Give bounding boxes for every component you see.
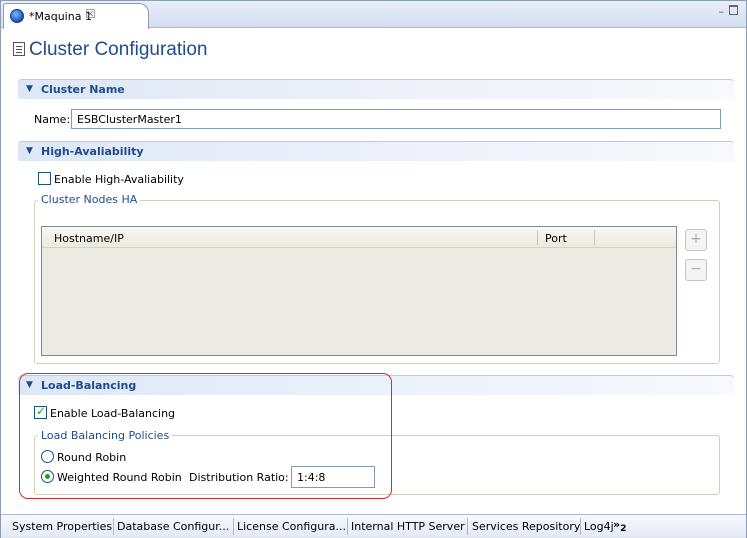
- more-tabs-button[interactable]: »2: [613, 518, 626, 534]
- section-header-cluster-name[interactable]: ▼ Cluster Name: [18, 79, 734, 99]
- tab-separator: [580, 518, 581, 535]
- highlight-annotation: [19, 373, 392, 499]
- add-node-button[interactable]: +: [685, 229, 707, 251]
- close-icon[interactable]: ☒: [85, 7, 96, 21]
- column-header-hostname[interactable]: Hostname/IP: [54, 232, 124, 245]
- tab-separator: [113, 518, 114, 535]
- cluster-nodes-group-title: Cluster Nodes HA: [38, 193, 141, 206]
- column-separator[interactable]: [594, 230, 595, 245]
- minimize-icon[interactable]: –: [719, 5, 725, 18]
- enable-ha-checkbox[interactable]: [38, 172, 51, 185]
- tab-system-properties[interactable]: System Properties: [12, 520, 112, 533]
- cluster-name-input[interactable]: [71, 109, 721, 129]
- tab-internal-http-server[interactable]: Internal HTTP Server: [351, 520, 465, 533]
- page-title-text: Cluster Configuration: [29, 39, 208, 60]
- editor-tab-strip: *Maquina 1 ☒ –: [1, 1, 746, 29]
- column-separator[interactable]: [537, 230, 538, 245]
- maximize-icon[interactable]: [729, 5, 738, 15]
- tab-log4j[interactable]: Log4j: [584, 520, 614, 533]
- column-header-port[interactable]: Port: [545, 232, 567, 245]
- section-title: High-Avaliability: [41, 145, 144, 158]
- tab-separator: [347, 518, 348, 535]
- bottom-page-tabs: System Properties Database Configur... L…: [1, 514, 746, 538]
- more-tabs-count: 2: [620, 523, 627, 535]
- expand-triangle-icon[interactable]: ▼: [26, 146, 33, 156]
- enable-ha-label: Enable High-Avaliability: [54, 173, 184, 186]
- tab-separator: [233, 518, 234, 535]
- table-header: Hostname/IP Port: [42, 227, 676, 248]
- editor-tab[interactable]: *Maquina 1 ☒: [3, 3, 149, 29]
- expand-triangle-icon[interactable]: ▼: [26, 84, 33, 94]
- document-icon: [13, 42, 25, 56]
- section-title: Cluster Name: [41, 83, 125, 96]
- editor-frame: *Maquina 1 ☒ – Cluster Configuration ▼ C…: [0, 0, 747, 538]
- tab-database-configuration[interactable]: Database Configur...: [117, 520, 229, 533]
- tab-services-repository[interactable]: Services Repository: [472, 520, 580, 533]
- section-header-high-availability[interactable]: ▼ High-Avaliability: [18, 141, 734, 161]
- remove-node-button[interactable]: −: [685, 259, 707, 281]
- name-label: Name:: [34, 113, 71, 126]
- page-title: Cluster Configuration: [13, 39, 207, 61]
- tab-license-configuration[interactable]: License Configura...: [237, 520, 346, 533]
- tab-separator: [467, 518, 468, 535]
- server-globe-icon: [10, 9, 24, 23]
- tab-title: *Maquina 1: [29, 10, 92, 23]
- cluster-nodes-table[interactable]: Hostname/IP Port: [41, 226, 677, 356]
